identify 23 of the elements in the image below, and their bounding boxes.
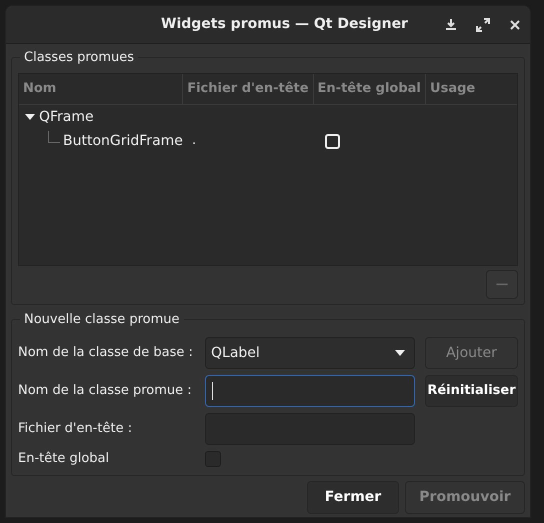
promoted-name-field[interactable] (205, 375, 415, 407)
download-icon[interactable] (446, 19, 456, 30)
column-header[interactable]: Fichier d'en-tête (183, 74, 314, 104)
text-cursor (212, 382, 213, 400)
column-header[interactable]: Usage (426, 74, 518, 104)
window-title: Widgets promus — Qt Designer (161, 15, 408, 34)
column-header[interactable]: En-tête global (314, 74, 426, 104)
collapse-arrow-icon[interactable] (25, 112, 35, 122)
maximize-icon[interactable] (476, 18, 490, 32)
reset-button[interactable]: Réinitialiser (425, 375, 518, 407)
table-cell-text: . (191, 132, 198, 150)
dialog-button[interactable]: Fermer (307, 481, 399, 514)
close-icon[interactable] (510, 20, 520, 30)
tree-item[interactable]: QFrame (39, 106, 94, 128)
tree-item[interactable]: ButtonGridFrame (63, 130, 190, 152)
column-header[interactable]: Nom (19, 74, 184, 104)
dropdown-arrow-icon (395, 350, 405, 356)
field-label: Fichier d'en-tête : (18, 420, 134, 438)
base-class-dropdown[interactable]: QLabel (205, 337, 415, 369)
checkbox[interactable] (325, 134, 340, 148)
checkbox-label: En-tête global (18, 450, 110, 468)
field-label: Nom de la classe de base : (18, 344, 194, 362)
field-label: Nom de la classe promue : (18, 382, 193, 400)
